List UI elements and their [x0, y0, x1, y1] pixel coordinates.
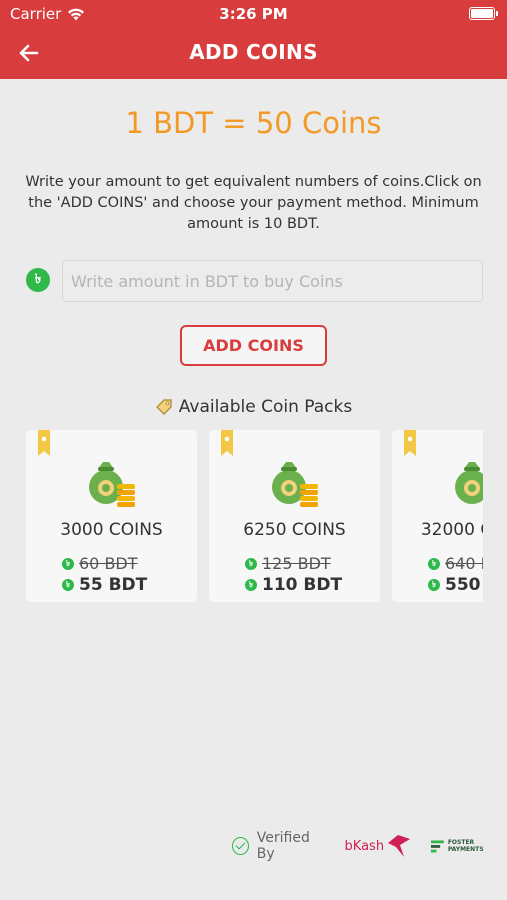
pack-coins-label: 32000 COINS: [420, 520, 483, 540]
bkash-bird-icon: [388, 835, 411, 857]
price-tag-icon: [155, 399, 172, 415]
taka-icon: ৳: [428, 579, 440, 591]
status-bar: Carrier 3:26 PM: [0, 0, 507, 28]
taka-icon: ৳: [26, 268, 50, 292]
coin-packs-carousel[interactable]: 3000 COINS ৳ 60 BDT ৳ 55 BDT 6250 COINS ৳ 1…: [26, 430, 483, 602]
foster-payments-logo: FOSTER PAYMENTS: [430, 838, 507, 854]
verified-by-text: Verified By: [256, 830, 310, 862]
instructions-text: Write your amount to get equivalent numb…: [25, 174, 482, 232]
money-bag-icon: [272, 462, 318, 507]
taka-icon: ৳: [62, 557, 74, 570]
coin-pack-card[interactable]: 32000 COINS ৳640 BDT ৳550 BDT: [392, 430, 483, 602]
money-bag-icon: [89, 462, 135, 507]
pack-new-price: ৳ 110 BDT: [245, 575, 342, 595]
taka-icon: ৳: [245, 579, 257, 591]
page-title: ADD COINS: [189, 40, 318, 64]
verified-footer: Verified By bKash FOSTER PAYMENTS: [232, 830, 507, 862]
exchange-rate-text: 1 BDT = 50 Coins: [125, 106, 382, 140]
pack-coins-label: 3000 COINS: [60, 520, 163, 540]
money-bag-icon: [455, 462, 483, 504]
packs-heading: Available Coin Packs: [0, 397, 507, 417]
taka-icon: ৳: [62, 579, 74, 591]
taka-icon: ৳: [428, 557, 440, 570]
foster-logo-icon: [431, 840, 444, 853]
bookmark-ribbon-icon: [221, 430, 233, 456]
pack-new-price: ৳ 55 BDT: [62, 575, 147, 595]
bookmark-ribbon-icon: [38, 430, 50, 456]
coin-pack-card[interactable]: 6250 COINS ৳ 125 BDT ৳ 110 BDT: [209, 430, 380, 602]
taka-icon: ৳: [245, 557, 257, 570]
app-header: ADD COINS: [0, 28, 507, 79]
foster-logo-text: FOSTER PAYMENTS: [447, 839, 484, 853]
add-coins-button[interactable]: ADD COINS: [180, 325, 327, 366]
pack-old-price: ৳640 BDT: [428, 554, 483, 573]
pack-new-price: ৳550 BDT: [428, 575, 483, 595]
packs-heading-label: Available Coin Packs: [178, 397, 353, 417]
pack-coins-label: 6250 COINS: [243, 520, 346, 540]
amount-input[interactable]: [62, 260, 483, 302]
status-time: 3:26 PM: [219, 5, 288, 23]
pack-old-price: ৳ 125 BDT: [245, 554, 331, 573]
battery-icon: [469, 7, 498, 20]
amount-row: ৳: [24, 260, 483, 302]
bookmark-ribbon-icon: [404, 430, 416, 456]
bkash-logo-text: bKash: [344, 838, 385, 854]
bkash-logo: bKash: [345, 833, 413, 859]
pack-old-price: ৳ 60 BDT: [62, 554, 138, 573]
check-circle-icon: [232, 837, 249, 855]
coin-pack-card[interactable]: 3000 COINS ৳ 60 BDT ৳ 55 BDT: [26, 430, 197, 602]
